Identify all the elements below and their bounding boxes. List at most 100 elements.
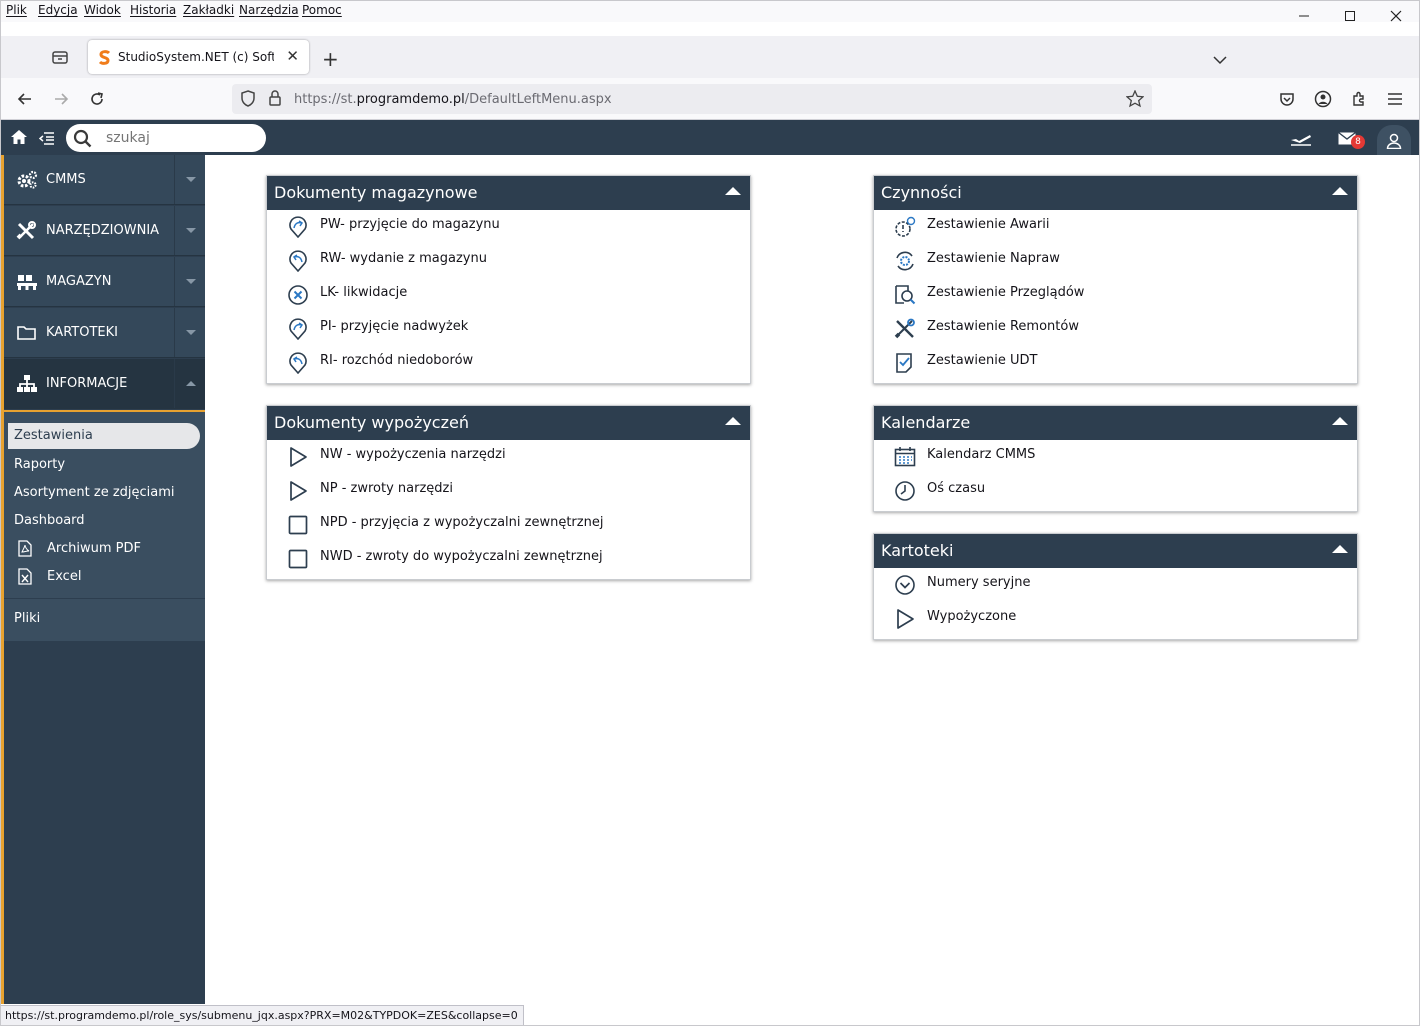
collapse-caret-icon[interactable] xyxy=(1332,417,1348,425)
submenu-item-zestawienia[interactable]: Zestawienia xyxy=(8,423,200,449)
tracking-shield-icon[interactable] xyxy=(240,90,256,108)
menu-plik[interactable]: Plik xyxy=(6,3,27,17)
submenu-item-raporty[interactable]: Raporty xyxy=(14,457,65,472)
link-label: Zestawienie Przeglądów xyxy=(927,285,1085,300)
tab-list-chevron-icon[interactable] xyxy=(1213,50,1227,69)
collapse-caret-icon[interactable] xyxy=(725,417,741,425)
play-triangle-icon xyxy=(290,481,307,501)
menu-pomoc[interactable]: Pomoc xyxy=(302,3,342,17)
wrench-screwdriver-icon xyxy=(894,318,915,339)
home-icon[interactable] xyxy=(10,129,28,145)
link-label: Numery seryjne xyxy=(927,575,1031,590)
app-header xyxy=(0,120,1420,155)
submenu-item-label: Excel xyxy=(47,569,82,584)
submenu-item-dashboard[interactable]: Dashboard xyxy=(14,513,85,528)
search-input[interactable] xyxy=(106,129,256,147)
excel-file-icon xyxy=(18,568,32,585)
panel-title: Kalendarze xyxy=(881,413,971,432)
submenu-item-excel[interactable]: Excel xyxy=(14,568,194,585)
user-menu[interactable] xyxy=(1377,125,1411,155)
tab-close-icon[interactable]: ✕ xyxy=(286,47,299,65)
bookmark-star-icon[interactable] xyxy=(1126,90,1144,108)
collapse-caret-icon[interactable] xyxy=(1332,187,1348,195)
link-label: RW- wydanie z magazynu xyxy=(320,251,487,266)
panel-kartoteki: Kartoteki Numery seryjne Wypożyczone xyxy=(873,533,1358,640)
panel-dokumenty-magazynowe: Dokumenty magazynowe PW- przyjęcie do ma… xyxy=(266,175,751,384)
link-label: Oś czasu xyxy=(927,481,986,496)
panel-czynnosci: Czynności Zestawienie Awarii Zestawienie… xyxy=(873,175,1358,384)
sidebar-item-narzedziownia[interactable]: NARZĘDZIOWNIA xyxy=(4,206,205,256)
submenu-item-archiwum-pdf[interactable]: Archiwum PDF xyxy=(14,540,194,557)
sidebar: CMMS NARZĘDZIOWNIA MAGAZYN KARTOTEKI INF… xyxy=(0,155,205,1004)
menu-edycja[interactable]: Edycja xyxy=(38,3,78,17)
lock-icon[interactable] xyxy=(268,89,282,107)
expand-dropdown[interactable] xyxy=(174,206,205,255)
browser-tab[interactable]: StudioSystem.NET (c) Software Studio ✕ xyxy=(88,40,309,74)
link-label: Zestawienie Awarii xyxy=(927,217,1050,232)
sitemap-icon xyxy=(17,375,37,392)
plane-icon[interactable] xyxy=(1290,132,1312,146)
inspection-magnifier-icon xyxy=(895,285,916,305)
back-icon[interactable] xyxy=(13,87,37,111)
play-triangle-icon xyxy=(290,447,307,467)
link-label: Kalendarz CMMS xyxy=(927,447,1036,462)
panel-dokumenty-wypozyczen: Dokumenty wypożyczeń NW - wypożyczenia n… xyxy=(266,405,751,580)
sidebar-item-informacje[interactable]: INFORMACJE xyxy=(4,359,205,409)
sidebar-item-label: INFORMACJE xyxy=(46,376,128,391)
account-icon[interactable] xyxy=(1311,87,1335,111)
hamburger-menu-icon[interactable] xyxy=(1383,87,1407,111)
collapse-caret-icon[interactable] xyxy=(1332,545,1348,553)
expand-dropdown[interactable] xyxy=(174,257,205,306)
sidebar-item-magazyn[interactable]: MAGAZYN xyxy=(4,257,205,307)
failure-gear-icon xyxy=(895,216,916,237)
collapse-menu-icon[interactable] xyxy=(39,131,55,145)
expand-dropdown[interactable] xyxy=(174,155,205,204)
submenu-divider xyxy=(4,598,205,599)
circle-x-icon xyxy=(288,285,308,305)
sidebar-item-label: MAGAZYN xyxy=(46,274,112,289)
new-tab-icon[interactable]: + xyxy=(322,47,339,71)
menu-narzedzia[interactable]: Narzędzia xyxy=(239,3,299,17)
panel-header: Czynności xyxy=(874,176,1357,210)
pin-arrow-in-icon xyxy=(289,318,307,340)
maximize-icon[interactable] xyxy=(1340,6,1360,26)
link-label: LK- likwidacje xyxy=(320,285,408,300)
browser-menubar: Plik Edycja Widok Historia Zakładki Narz… xyxy=(0,0,1420,22)
square-icon xyxy=(288,549,308,569)
collapse-caret-icon[interactable] xyxy=(725,187,741,195)
menu-historia[interactable]: Historia xyxy=(130,3,176,17)
circle-chevron-down-icon xyxy=(895,575,915,595)
sidebar-item-kartoteki[interactable]: KARTOTEKI xyxy=(4,308,205,358)
expand-dropdown[interactable] xyxy=(174,308,205,357)
link-label: RI- rozchód niedoborów xyxy=(320,353,474,368)
close-window-icon[interactable] xyxy=(1386,6,1406,26)
folder-icon xyxy=(17,326,36,340)
submenu-item-asortyment-ze-zdjeciami[interactable]: Asortyment ze zdjęciami xyxy=(14,485,175,500)
sidebar-item-label: CMMS xyxy=(46,172,86,187)
repair-gear-icon xyxy=(896,251,914,271)
pdf-file-icon xyxy=(18,540,32,557)
menu-zakladki[interactable]: Zakładki xyxy=(183,3,234,17)
search-box xyxy=(66,124,266,152)
checklist-document-icon xyxy=(896,353,912,373)
sidebar-item-cmms[interactable]: CMMS xyxy=(4,155,205,205)
collapse-dropdown[interactable] xyxy=(174,359,205,408)
mail-count-badge: 8 xyxy=(1351,135,1365,149)
extensions-icon[interactable] xyxy=(1347,87,1371,111)
navigation-bar: https://st.programdemo.pl/DefaultLeftMen… xyxy=(0,78,1420,120)
reload-icon[interactable] xyxy=(85,87,109,111)
pocket-icon[interactable] xyxy=(1275,87,1299,111)
tab-overview-icon[interactable] xyxy=(51,49,69,65)
menu-widok[interactable]: Widok xyxy=(84,3,121,17)
submenu-item-pliki[interactable]: Pliki xyxy=(14,611,40,626)
sidebar-item-label: KARTOTEKI xyxy=(46,325,118,340)
minimize-icon[interactable] xyxy=(1294,6,1314,26)
link-label: NPD - przyjęcia z wypożyczalni zewnętrzn… xyxy=(320,515,604,530)
search-icon xyxy=(73,129,92,148)
link-label: PI- przyjęcie nadwyżek xyxy=(320,319,469,334)
url-bar[interactable]: https://st.programdemo.pl/DefaultLeftMen… xyxy=(232,84,1152,114)
forward-icon[interactable] xyxy=(49,87,73,111)
link-label: Zestawienie Napraw xyxy=(927,251,1060,266)
informacje-submenu: Zestawienia Raporty Asortyment ze zdjęci… xyxy=(4,410,205,641)
submenu-item-label: Archiwum PDF xyxy=(47,541,141,556)
